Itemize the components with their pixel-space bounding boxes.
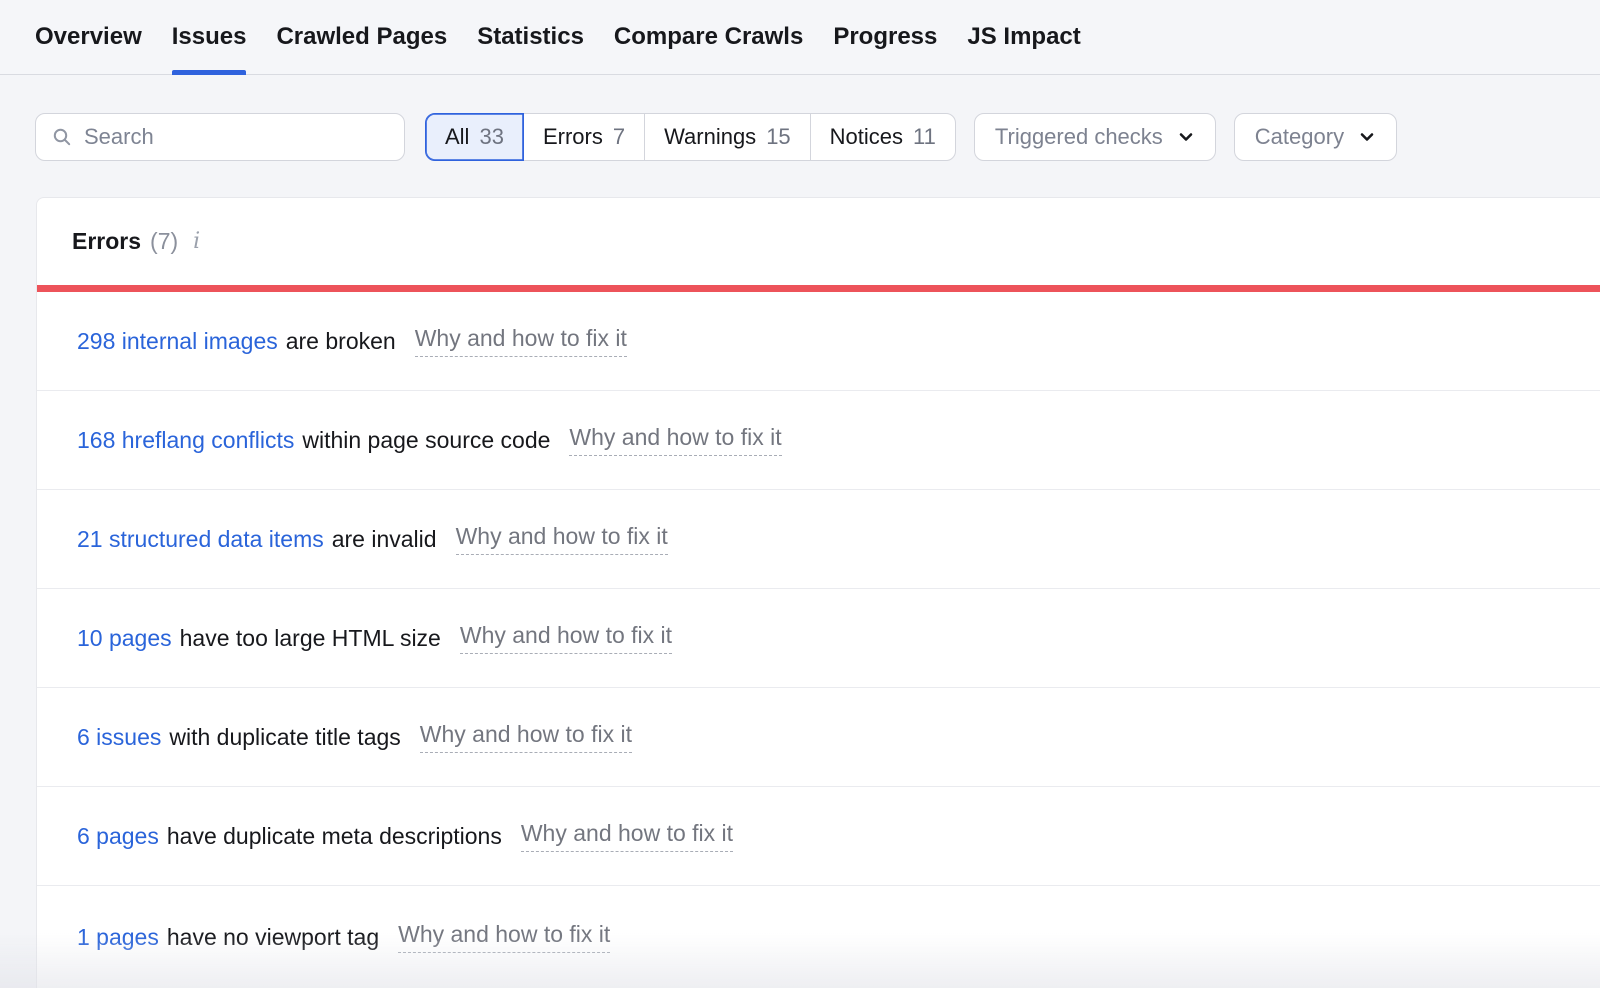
filter-warnings-count: 15 xyxy=(766,124,790,150)
issue-description: are broken xyxy=(286,328,396,355)
tab-statistics[interactable]: Statistics xyxy=(477,0,584,74)
issue-description: with duplicate title tags xyxy=(169,724,400,751)
error-row: 298 internal images are broken Why and h… xyxy=(37,292,1600,391)
issue-link[interactable]: 21 structured data items xyxy=(77,526,324,553)
filter-all-button[interactable]: All 33 xyxy=(425,113,524,161)
why-how-to-fix-link[interactable]: Why and how to fix it xyxy=(460,622,672,654)
issue-link[interactable]: 298 internal images xyxy=(77,328,278,355)
filter-all-label: All xyxy=(445,124,469,150)
filter-notices-label: Notices xyxy=(830,124,903,150)
issue-description: within page source code xyxy=(302,427,550,454)
tab-compare-crawls[interactable]: Compare Crawls xyxy=(614,0,803,74)
why-how-to-fix-link[interactable]: Why and how to fix it xyxy=(569,424,781,456)
why-how-to-fix-link[interactable]: Why and how to fix it xyxy=(415,325,627,357)
search-box[interactable] xyxy=(35,113,405,161)
search-icon xyxy=(52,127,72,147)
why-how-to-fix-link[interactable]: Why and how to fix it xyxy=(398,921,610,953)
issue-description: have no viewport tag xyxy=(167,924,379,951)
issues-filter-toolbar: All 33 Errors 7 Warnings 15 Notices 11 T… xyxy=(35,113,1565,161)
filter-warnings-label: Warnings xyxy=(664,124,756,150)
error-row: 6 issues with duplicate title tags Why a… xyxy=(37,688,1600,787)
error-row: 21 structured data items are invalid Why… xyxy=(37,490,1600,589)
errors-title: Errors xyxy=(72,228,141,255)
triggered-checks-dropdown[interactable]: Triggered checks xyxy=(974,113,1216,161)
issue-link[interactable]: 1 pages xyxy=(77,924,159,951)
tab-js-impact[interactable]: JS Impact xyxy=(967,0,1080,74)
site-audit-tab-bar: Overview Issues Crawled Pages Statistics… xyxy=(0,0,1600,75)
chevron-down-icon xyxy=(1358,128,1376,146)
issue-description: have duplicate meta descriptions xyxy=(167,823,502,850)
issue-description: have too large HTML size xyxy=(180,625,441,652)
errors-count: (7) xyxy=(150,228,178,255)
error-row: 10 pages have too large HTML size Why an… xyxy=(37,589,1600,688)
error-row: 168 hreflang conflicts within page sourc… xyxy=(37,391,1600,490)
filter-all-count: 33 xyxy=(479,124,503,150)
tab-crawled-pages[interactable]: Crawled Pages xyxy=(276,0,447,74)
issue-link[interactable]: 6 pages xyxy=(77,823,159,850)
tab-overview[interactable]: Overview xyxy=(35,0,142,74)
errors-panel-header: Errors (7) i xyxy=(37,198,1600,285)
search-input[interactable] xyxy=(84,124,388,150)
error-row: 6 pages have duplicate meta descriptions… xyxy=(37,787,1600,886)
category-dropdown[interactable]: Category xyxy=(1234,113,1397,161)
filter-errors-count: 7 xyxy=(613,124,625,150)
issue-link[interactable]: 10 pages xyxy=(77,625,172,652)
tab-progress[interactable]: Progress xyxy=(833,0,937,74)
severity-segmented-control: All 33 Errors 7 Warnings 15 Notices 11 xyxy=(425,113,956,161)
error-severity-bar xyxy=(37,285,1600,292)
filter-errors-button[interactable]: Errors 7 xyxy=(523,113,645,161)
triggered-checks-label: Triggered checks xyxy=(995,124,1163,150)
error-row: 1 pages have no viewport tag Why and how… xyxy=(37,886,1600,988)
errors-panel: Errors (7) i 298 internal images are bro… xyxy=(36,197,1600,988)
issue-link[interactable]: 168 hreflang conflicts xyxy=(77,427,294,454)
error-list: 298 internal images are broken Why and h… xyxy=(37,292,1600,988)
filter-notices-button[interactable]: Notices 11 xyxy=(810,113,956,161)
why-how-to-fix-link[interactable]: Why and how to fix it xyxy=(521,820,733,852)
why-how-to-fix-link[interactable]: Why and how to fix it xyxy=(456,523,668,555)
why-how-to-fix-link[interactable]: Why and how to fix it xyxy=(420,721,632,753)
category-label: Category xyxy=(1255,124,1344,150)
filter-errors-label: Errors xyxy=(543,124,603,150)
issue-description: are invalid xyxy=(332,526,437,553)
filter-notices-count: 11 xyxy=(913,124,936,150)
tab-issues[interactable]: Issues xyxy=(172,0,247,74)
issue-link[interactable]: 6 issues xyxy=(77,724,161,751)
chevron-down-icon xyxy=(1177,128,1195,146)
info-icon[interactable]: i xyxy=(193,229,200,254)
filter-warnings-button[interactable]: Warnings 15 xyxy=(644,113,811,161)
